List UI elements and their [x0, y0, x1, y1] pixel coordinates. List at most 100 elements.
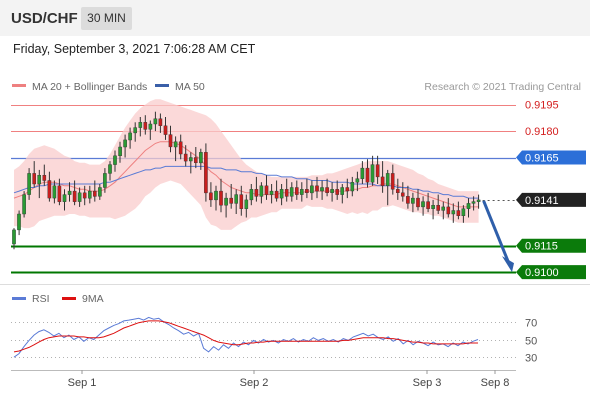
candle-body — [148, 123, 153, 130]
candle-body — [345, 187, 350, 192]
candle-body — [103, 173, 107, 188]
candle-body — [219, 190, 223, 206]
candle-body — [234, 194, 239, 204]
candle-body — [123, 139, 127, 148]
candle-body — [335, 189, 340, 195]
level-badge-0-9141: 0.9141 — [516, 192, 586, 207]
candle-body — [229, 197, 234, 204]
candle-body — [401, 192, 405, 197]
candle-body — [340, 187, 345, 195]
ma50-legend-swatch — [155, 84, 169, 87]
candle-body — [436, 204, 441, 211]
level-badge-0-9165: 0.9165 — [516, 150, 586, 165]
candle-body — [375, 164, 380, 178]
level-badge-label: 0.9141 — [525, 195, 559, 207]
rsi-tick-30: 30 — [525, 353, 537, 365]
candle-body — [461, 208, 466, 216]
candle-body — [466, 203, 471, 209]
ma9-line — [13, 320, 478, 353]
candle — [370, 155, 375, 186]
candle-body — [62, 194, 67, 202]
candle-body — [37, 174, 41, 185]
level-badge-0-9180: 0.9180 — [525, 126, 559, 138]
candle-body — [87, 190, 92, 199]
candle — [17, 210, 21, 236]
x-tick-label: Sep 3 — [413, 377, 442, 389]
candle-body — [310, 185, 314, 194]
candle-body — [32, 173, 36, 185]
candle-body — [98, 187, 102, 197]
candle-body — [249, 189, 254, 201]
candle-body — [42, 174, 47, 181]
chart-svg: 0.9195 0.9180 0.9165 0.9141 0.9115 0.9100 RSI… — [0, 42, 590, 389]
candle-body — [421, 201, 425, 208]
level-badge-label: 0.9100 — [525, 267, 559, 279]
candle-body — [244, 199, 249, 209]
candle-body — [77, 192, 82, 202]
candle-body — [431, 204, 435, 209]
candle-body — [133, 127, 138, 134]
rsi-legend-swatch — [12, 297, 26, 300]
candle-body — [214, 190, 218, 201]
level-badge-label: 0.9115 — [525, 241, 558, 253]
candle-body — [411, 197, 415, 204]
candle-body — [305, 189, 309, 194]
ma9-legend-swatch — [62, 297, 76, 300]
candle-body — [396, 189, 400, 194]
candle-body — [82, 192, 87, 199]
candle-body — [380, 176, 385, 186]
candle-body — [441, 206, 446, 211]
candle-body — [92, 190, 97, 197]
candle-body — [67, 190, 72, 195]
candle-body — [289, 187, 294, 197]
level-badge-0-9195: 0.9195 — [525, 100, 559, 112]
candle — [22, 191, 26, 218]
candle-body — [27, 173, 31, 195]
candle-body — [315, 185, 319, 192]
candle-body — [113, 155, 117, 165]
candle-body — [279, 189, 284, 199]
candle-body — [300, 189, 304, 195]
rsi-tick-70: 70 — [525, 318, 537, 330]
forecast-arrow-shaft — [482, 200, 510, 262]
candle-body — [330, 189, 334, 194]
copyright-text: Research © 2021 Trading Central — [424, 81, 581, 93]
candle-body — [72, 190, 77, 202]
candle-body — [426, 201, 430, 209]
level-badge-0-9115: 0.9115 — [516, 238, 586, 253]
candle-body — [295, 187, 299, 195]
candle-body — [284, 189, 289, 197]
candle-body — [471, 201, 476, 204]
candle-body — [264, 185, 269, 195]
candle-body — [274, 190, 279, 199]
candle-body — [370, 164, 375, 183]
level-badge-label: 0.9165 — [525, 153, 559, 165]
candle-body — [17, 213, 21, 231]
candle-body — [456, 210, 461, 217]
candle-body — [325, 187, 329, 194]
candle-body — [360, 167, 365, 179]
candle-body — [168, 134, 173, 148]
candle-body — [209, 192, 213, 201]
timestamp: Friday, September 3, 2021 7:06:28 AM CET — [13, 42, 256, 56]
candle-body — [350, 181, 355, 192]
candle-body — [365, 167, 370, 183]
candle-body — [163, 125, 168, 135]
candle-body — [199, 152, 203, 164]
candle-body — [239, 194, 244, 209]
candle — [204, 143, 208, 202]
rsi-legend-label: RSI — [32, 293, 50, 305]
candle-body — [390, 173, 395, 190]
candle-body — [108, 164, 112, 174]
candle-body — [118, 146, 122, 157]
candle-body — [173, 141, 178, 148]
candle-body — [451, 210, 456, 215]
candle-body — [269, 190, 274, 195]
level-badge-label: 0.9195 — [525, 100, 559, 112]
candle-body — [183, 153, 188, 162]
candle-body — [320, 187, 324, 192]
candle-body — [138, 122, 143, 128]
candle-body — [12, 229, 16, 245]
ma50-legend-label: MA 50 — [175, 81, 205, 93]
candle-body — [158, 118, 163, 126]
